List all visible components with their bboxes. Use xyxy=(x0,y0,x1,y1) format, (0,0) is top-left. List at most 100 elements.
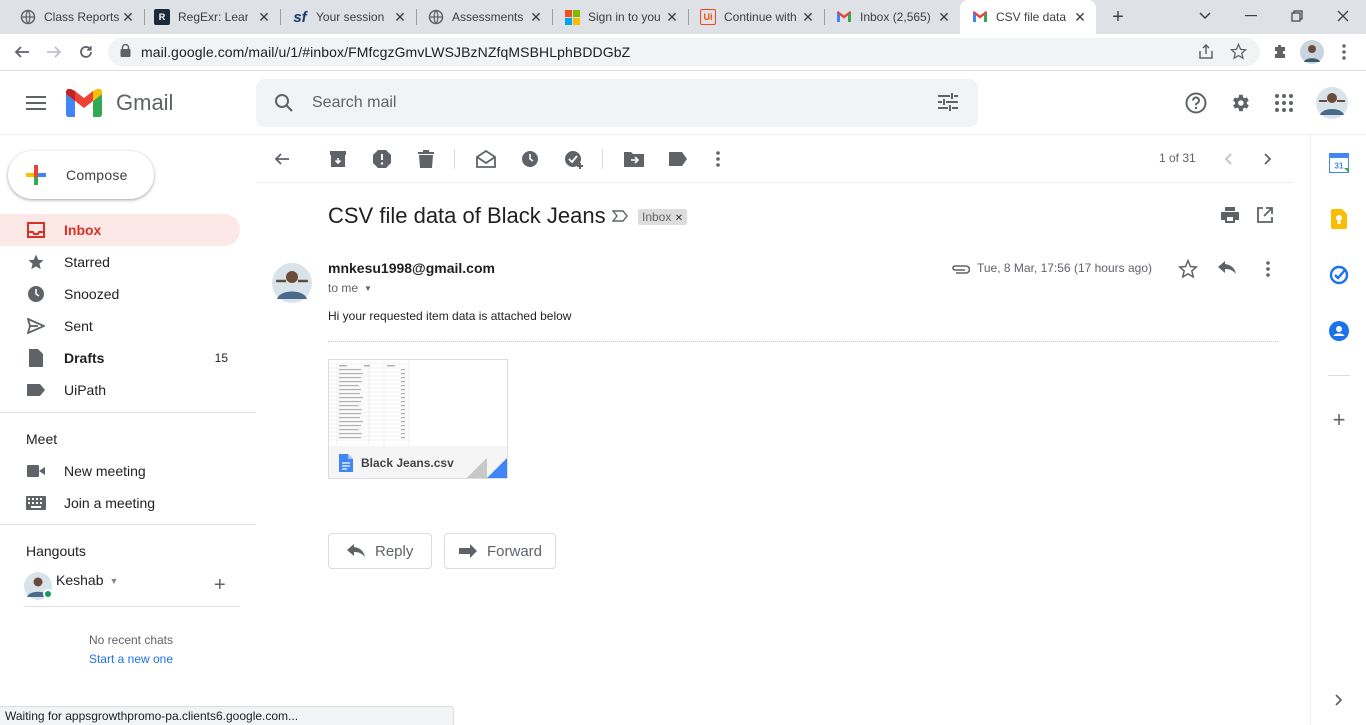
google-keep-icon[interactable] xyxy=(1328,208,1350,230)
close-icon[interactable]: ✕ xyxy=(800,9,816,25)
start-new-chat-link[interactable]: Start a new one xyxy=(0,652,262,666)
close-icon[interactable]: ✕ xyxy=(528,9,544,25)
browser-tab[interactable]: Sign in to you ✕ xyxy=(552,0,688,34)
browser-tab[interactable]: sf Your session I ✕ xyxy=(280,0,416,34)
profile-avatar[interactable] xyxy=(1298,38,1326,66)
forward-icon xyxy=(459,544,477,558)
snooze-icon[interactable] xyxy=(516,147,544,171)
caret-down-icon[interactable]: ▼ xyxy=(109,576,118,586)
account-avatar[interactable] xyxy=(1312,83,1352,123)
tab-title: Continue with xyxy=(724,10,796,24)
hangouts-user[interactable]: Keshab ▼ + xyxy=(24,572,240,600)
address-bar[interactable]: mail.google.com/mail/u/1/#inbox/FMfcgzGm… xyxy=(108,38,1260,66)
label-as-icon[interactable] xyxy=(664,147,692,171)
add-chat-icon[interactable]: + xyxy=(214,574,226,597)
search-options-icon[interactable] xyxy=(938,93,958,116)
settings-gear-icon[interactable] xyxy=(1220,83,1260,123)
search-input[interactable]: Search mail xyxy=(312,94,396,112)
google-contacts-icon[interactable] xyxy=(1328,320,1350,342)
gmail-wordmark: Gmail xyxy=(116,90,174,115)
browser-tab[interactable]: Class Reports ✕ xyxy=(0,0,144,34)
nav-item-snoozed[interactable]: Snoozed xyxy=(0,278,240,310)
browser-tab[interactable]: Inbox (2,565) ✕ xyxy=(824,0,960,34)
nav-item-sent[interactable]: Sent xyxy=(0,310,240,342)
browser-tab[interactable]: R RegExr: Learn ✕ xyxy=(144,0,280,34)
main-menu-icon[interactable] xyxy=(16,83,56,123)
pagination-text: 1 of 31 xyxy=(1159,151,1196,165)
minimize-icon[interactable] xyxy=(1228,0,1274,32)
move-to-icon[interactable] xyxy=(620,147,648,171)
reload-icon[interactable] xyxy=(72,38,100,66)
bookmark-star-icon[interactable] xyxy=(1229,42,1248,63)
forward-button[interactable]: Forward xyxy=(444,533,556,569)
importance-marker-icon[interactable] xyxy=(611,209,628,227)
remove-label-icon[interactable]: ✕ xyxy=(675,213,683,224)
recipients-dropdown[interactable]: to me ▼ xyxy=(328,281,372,295)
add-to-tasks-icon[interactable] xyxy=(560,147,588,171)
google-calendar-icon[interactable]: 31 xyxy=(1328,152,1350,174)
nav-item-inbox[interactable]: Inbox xyxy=(0,214,240,246)
recipients-text: to me xyxy=(328,281,359,295)
close-icon[interactable]: ✕ xyxy=(256,9,272,25)
join-meeting-item[interactable]: Join a meeting xyxy=(0,487,240,519)
apps-grid-icon[interactable] xyxy=(1264,83,1304,123)
tab-title: Your session I xyxy=(316,10,388,24)
sender-avatar[interactable] xyxy=(272,263,312,308)
report-spam-icon[interactable] xyxy=(368,147,396,171)
more-options-icon[interactable] xyxy=(704,147,732,171)
nav-item-starred[interactable]: Starred xyxy=(0,246,240,278)
close-icon[interactable]: ✕ xyxy=(664,9,680,25)
close-icon[interactable]: ✕ xyxy=(392,9,408,25)
microsoft-icon xyxy=(564,9,580,25)
back-icon[interactable] xyxy=(8,38,36,66)
open-in-new-window-icon[interactable] xyxy=(1257,207,1273,228)
sender-email[interactable]: mnkesu1998@gmail.com xyxy=(328,260,495,276)
message-more-icon[interactable] xyxy=(1266,261,1270,282)
browser-tab[interactable]: Ui Continue with ✕ xyxy=(688,0,824,34)
browser-tab-active[interactable]: CSV file data ✕ xyxy=(960,0,1096,34)
nav-label: UiPath xyxy=(64,382,107,398)
extensions-icon[interactable] xyxy=(1266,38,1294,66)
tab-search-icon[interactable] xyxy=(1182,0,1228,32)
archive-icon[interactable] xyxy=(324,147,352,171)
new-tab-icon[interactable]: + xyxy=(1108,6,1128,28)
forward-icon[interactable] xyxy=(40,38,68,66)
browser-tab[interactable]: Assessments ✕ xyxy=(416,0,552,34)
hangouts-avatar xyxy=(24,572,53,600)
show-side-panel-chevron-icon[interactable] xyxy=(1328,689,1350,711)
attachment-card[interactable]: Black Jeans.csv xyxy=(328,359,508,479)
restore-icon[interactable] xyxy=(1274,0,1320,32)
inbox-label-badge[interactable]: Inbox ✕ xyxy=(638,209,688,225)
side-panel: 31 + xyxy=(1310,135,1366,725)
share-icon[interactable] xyxy=(1198,43,1214,63)
compose-button[interactable]: Compose xyxy=(8,151,154,199)
newer-chevron-left-icon[interactable] xyxy=(1214,147,1242,171)
delete-icon[interactable] xyxy=(412,147,440,171)
help-icon[interactable] xyxy=(1176,83,1216,123)
browser-status-bar: Waiting for appsgrowthpromo-pa.clients6.… xyxy=(0,706,454,725)
reply-icon[interactable] xyxy=(1218,261,1236,280)
back-to-inbox-icon[interactable] xyxy=(268,147,296,171)
gmail-logo[interactable]: Gmail xyxy=(66,89,173,117)
google-tasks-icon[interactable] xyxy=(1328,264,1350,286)
search-icon[interactable] xyxy=(274,93,294,113)
tab-title: CSV file data xyxy=(996,10,1067,24)
close-icon[interactable]: ✕ xyxy=(120,9,136,25)
compose-plus-icon xyxy=(24,163,48,187)
nav-item-drafts[interactable]: Drafts 15 xyxy=(0,342,240,374)
close-icon[interactable]: ✕ xyxy=(1072,9,1088,25)
close-icon[interactable]: ✕ xyxy=(936,9,952,25)
email-subject: CSV file data of Black Jeans xyxy=(328,203,606,228)
new-meeting-item[interactable]: New meeting xyxy=(0,455,240,487)
mark-unread-icon[interactable] xyxy=(472,147,500,171)
search-bar[interactable]: Search mail xyxy=(256,79,978,127)
get-add-ons-plus-icon[interactable]: + xyxy=(1328,407,1350,432)
nav-item-uipath[interactable]: UiPath xyxy=(0,374,240,406)
message-view: 1 of 31 CSV file data of Black Jeans Inb… xyxy=(256,135,1310,725)
star-icon[interactable] xyxy=(1177,258,1199,284)
chrome-menu-icon[interactable] xyxy=(1330,38,1358,66)
close-window-icon[interactable] xyxy=(1320,0,1366,32)
reply-button[interactable]: Reply xyxy=(328,533,432,569)
print-icon[interactable] xyxy=(1221,207,1239,228)
older-chevron-right-icon[interactable] xyxy=(1254,147,1282,171)
